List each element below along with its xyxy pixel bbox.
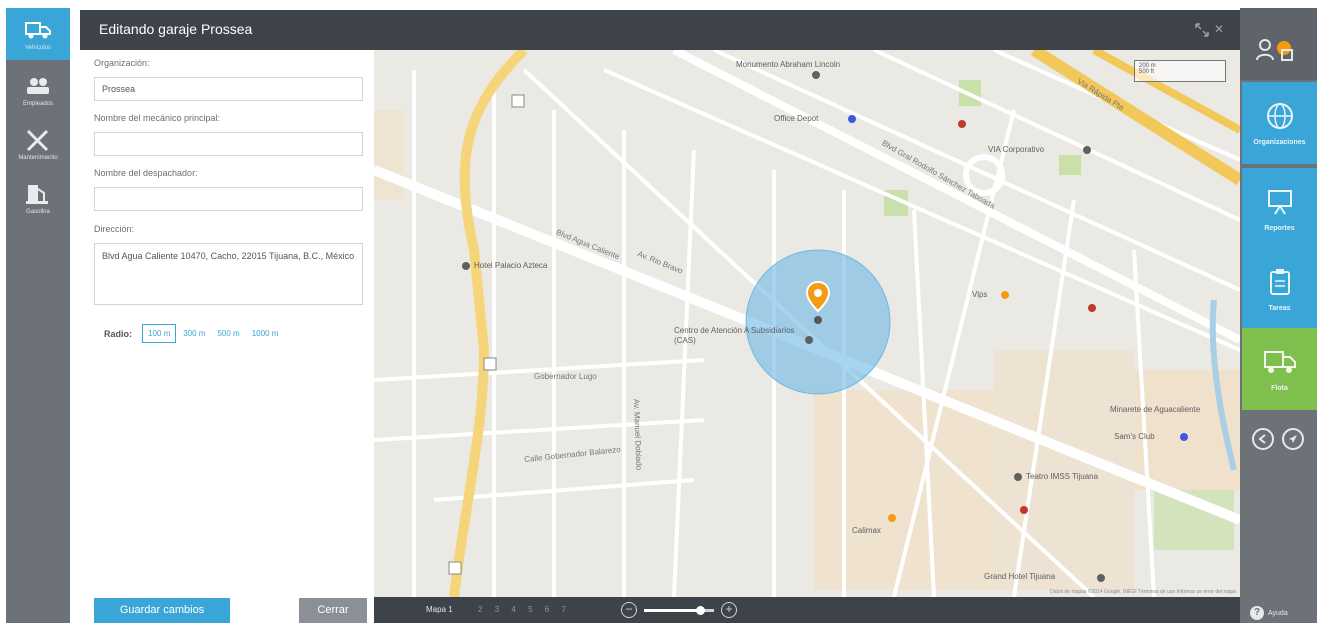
dispatcher-label: Nombre del despachador: xyxy=(94,168,198,178)
map-page-3[interactable]: 3 xyxy=(495,605,504,614)
radius-option-500[interactable]: 500 m xyxy=(212,325,244,342)
presentation-icon xyxy=(1267,189,1292,215)
radius-selector: Radio: 100 m 300 m 500 m 1000 m xyxy=(104,324,285,343)
map-view[interactable]: Monumento Abraham Lincoln Office Depot V… xyxy=(374,50,1240,597)
nav-item-vehicles[interactable]: Vehículos xyxy=(6,8,70,60)
rail-item-label: Tareas xyxy=(1268,304,1291,312)
globe-icon xyxy=(1266,102,1293,129)
nav-item-fuel[interactable]: Gasolina xyxy=(6,172,70,224)
truck-icon xyxy=(23,17,53,43)
mechanic-field[interactable] xyxy=(94,132,363,156)
organization-label: Organización: xyxy=(94,58,150,68)
map-street-label: Gobernador Lugo xyxy=(534,372,597,381)
help-label: Ayuda xyxy=(1268,609,1288,617)
zoom-slider-handle[interactable] xyxy=(696,606,705,615)
rail-item-fleet[interactable]: Flota xyxy=(1242,328,1317,410)
mechanic-label: Nombre del mecánico principal: xyxy=(94,113,221,123)
map-poi[interactable]: Hotel Palacio Azteca xyxy=(474,261,547,270)
radius-option-100[interactable]: 100 m xyxy=(142,324,177,343)
nav-item-employees[interactable]: Empleados xyxy=(6,64,70,116)
window-titlebar: Editando garaje Prossea ✕ xyxy=(80,10,1240,50)
zoom-slider[interactable] xyxy=(644,606,714,615)
tools-icon xyxy=(23,127,53,153)
nav-item-maintenance[interactable]: Mantenimiento xyxy=(6,118,70,170)
map-toolbar: Mapa 1 2 3 4 5 6 7 − + xyxy=(374,597,1240,623)
map-poi[interactable]: Sam's Club xyxy=(1114,432,1155,441)
map-poi[interactable]: Calimax xyxy=(852,526,881,535)
rail-item-organizations[interactable]: Organizaciones xyxy=(1242,82,1317,164)
map-pages: 2 3 4 5 6 7 xyxy=(478,605,571,614)
left-nav: Vehículos Empleados Mantenimiento Gasoli… xyxy=(6,8,70,623)
right-rail: Organizaciones Reportes Tareas Flota ? A… xyxy=(1240,8,1317,623)
map-page-6[interactable]: 6 xyxy=(545,605,554,614)
nav-item-label: Empleados xyxy=(22,101,54,107)
zoom-out-icon[interactable]: − xyxy=(621,602,637,618)
map-scale: 200 m 500 ft xyxy=(1134,60,1226,82)
map-poi[interactable]: VIA Corporativo xyxy=(988,145,1044,154)
zoom-slider-fill xyxy=(644,609,700,612)
help-icon: ? xyxy=(1250,606,1264,620)
map-page-7[interactable]: 7 xyxy=(561,605,570,614)
radius-option-1000[interactable]: 1000 m xyxy=(247,325,284,342)
truck-icon xyxy=(1263,350,1296,373)
zoom-in-icon[interactable]: + xyxy=(721,602,737,618)
rail-item-label: Flota xyxy=(1271,384,1288,392)
address-label: Dirección: xyxy=(94,224,135,234)
expand-icon[interactable] xyxy=(1194,22,1210,38)
garage-form: Organización: Nombre del mecánico princi… xyxy=(80,50,374,623)
user-icon[interactable] xyxy=(1256,38,1296,62)
help-button[interactable]: ? Ayuda xyxy=(1250,606,1288,620)
save-button[interactable]: Guardar cambios xyxy=(94,598,230,623)
rail-item-label: Organizaciones xyxy=(1253,138,1306,146)
map-attribution[interactable]: Datos de mapas ©2014 Google, INEGI Térmi… xyxy=(1050,589,1236,595)
radius-label: Radio: xyxy=(104,328,132,339)
map-poi[interactable]: Grand Hotel Tijuana xyxy=(984,572,1055,581)
map-poi[interactable]: Office Depot xyxy=(774,114,818,123)
window-title: Editando garaje Prossea xyxy=(99,21,253,37)
compass-icon[interactable] xyxy=(1282,428,1304,450)
map-page-4[interactable]: 4 xyxy=(511,605,520,614)
map-streets xyxy=(374,50,1240,597)
map-poi[interactable]: Vips xyxy=(972,290,987,299)
rail-item-tasks[interactable]: Tareas xyxy=(1242,248,1317,330)
map-tab-active[interactable]: Mapa 1 xyxy=(426,605,453,614)
map-poi[interactable]: Teatro IMSS Tijuana xyxy=(1026,472,1098,481)
app-frame: Vehículos Empleados Mantenimiento Gasoli… xyxy=(0,0,1317,631)
nav-item-label: Mantenimiento xyxy=(18,155,58,161)
map-poi[interactable]: Minarete de Aguacaliente xyxy=(1110,405,1200,414)
nav-item-label: Vehículos xyxy=(24,45,52,51)
dispatcher-field[interactable] xyxy=(94,187,363,211)
fuel-icon xyxy=(23,181,53,207)
user-area xyxy=(1240,8,1317,80)
back-icon[interactable] xyxy=(1252,428,1274,450)
scale-imperial: 500 ft xyxy=(1139,69,1155,75)
rail-item-label: Reportes xyxy=(1264,224,1295,232)
map-poi[interactable]: Centro de Atención A Subsidiarios (CAS) xyxy=(674,326,804,346)
organization-field[interactable] xyxy=(94,77,363,101)
rail-item-reports[interactable]: Reportes xyxy=(1242,168,1317,250)
people-icon xyxy=(23,73,53,99)
close-icon[interactable]: ✕ xyxy=(1214,22,1228,36)
address-field[interactable]: Blvd Agua Caliente 10470, Cacho, 22015 T… xyxy=(94,243,363,305)
map-poi[interactable]: Monumento Abraham Lincoln xyxy=(736,60,840,69)
map-page-2[interactable]: 2 xyxy=(478,605,487,614)
close-button[interactable]: Cerrar xyxy=(299,598,367,623)
map-page-5[interactable]: 5 xyxy=(528,605,537,614)
radius-option-300[interactable]: 300 m xyxy=(178,325,210,342)
nav-item-label: Gasolina xyxy=(26,209,50,215)
clipboard-icon xyxy=(1269,268,1290,295)
